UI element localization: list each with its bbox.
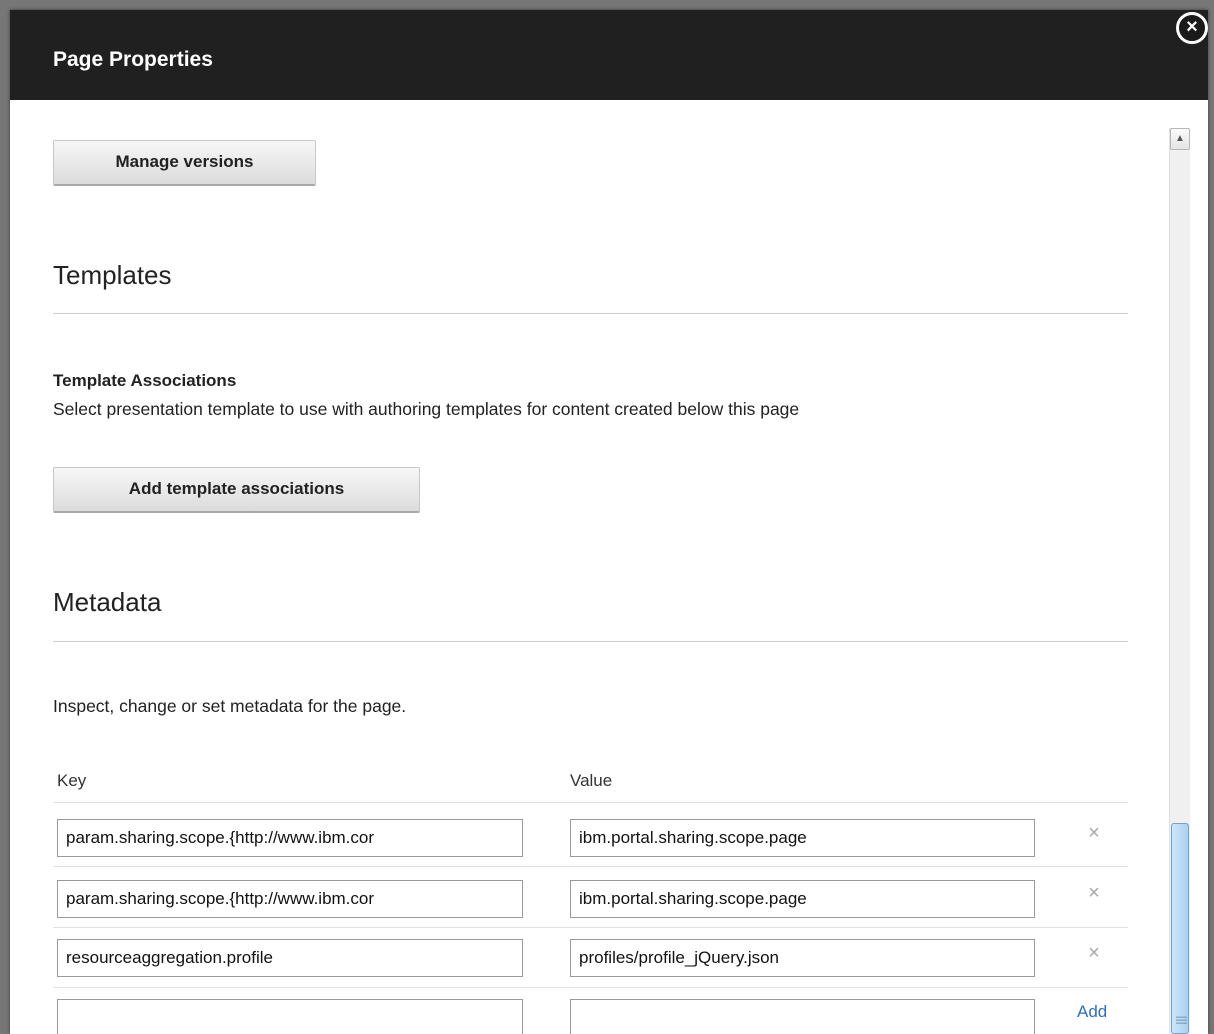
metadata-section-title: Metadata bbox=[53, 587, 162, 617]
add-metadata-link[interactable]: Add bbox=[1077, 1002, 1107, 1022]
new-metadata-value-field[interactable] bbox=[570, 999, 1035, 1034]
add-template-associations-button[interactable]: Add template associations bbox=[53, 467, 420, 513]
content-scrollbar[interactable]: ▲ — — — bbox=[1169, 128, 1190, 1034]
row-divider bbox=[53, 927, 1128, 928]
metadata-value-field[interactable]: ibm.portal.sharing.scope.page bbox=[570, 880, 1035, 918]
value-column-header: Value bbox=[570, 771, 613, 790]
metadata-key-field[interactable]: resourceaggregation.profile bbox=[57, 939, 523, 977]
metadata-value-field[interactable]: profiles/profile_jQuery.json bbox=[570, 939, 1035, 977]
metadata-description: Inspect, change or set metadata for the … bbox=[53, 696, 407, 716]
dialog-title: Page Properties bbox=[53, 48, 213, 71]
grip-icon: — — — bbox=[1176, 1011, 1187, 1029]
table-divider bbox=[53, 802, 1128, 803]
key-column-header: Key bbox=[57, 771, 87, 790]
page-properties-dialog: Page Properties Manage versions Template… bbox=[10, 10, 1208, 1034]
dialog-content: Manage versions Templates Template Assoc… bbox=[10, 100, 1208, 1034]
row-divider bbox=[53, 866, 1128, 867]
metadata-key-field[interactable]: param.sharing.scope.{http://www.ibm.cor bbox=[57, 880, 523, 918]
metadata-value-field[interactable]: ibm.portal.sharing.scope.page bbox=[570, 819, 1035, 857]
scrollbar-thumb[interactable]: — — — bbox=[1171, 823, 1189, 1034]
manage-versions-button[interactable]: Manage versions bbox=[53, 140, 316, 186]
templates-divider bbox=[53, 313, 1128, 314]
remove-icon[interactable]: × bbox=[1082, 821, 1106, 845]
chevron-up-icon[interactable]: ▲ bbox=[1170, 128, 1190, 150]
remove-icon[interactable]: × bbox=[1082, 941, 1106, 965]
template-associations-description: Select presentation template to use with… bbox=[53, 399, 800, 419]
metadata-divider bbox=[53, 641, 1128, 642]
new-metadata-key-field[interactable] bbox=[57, 999, 523, 1034]
templates-section-title: Templates bbox=[53, 260, 172, 290]
close-icon[interactable]: × bbox=[1176, 12, 1208, 44]
row-divider bbox=[53, 987, 1128, 988]
metadata-key-field[interactable]: param.sharing.scope.{http://www.ibm.cor bbox=[57, 819, 523, 857]
template-associations-heading: Template Associations bbox=[53, 371, 237, 390]
remove-icon[interactable]: × bbox=[1082, 881, 1106, 905]
dialog-header: Page Properties bbox=[10, 10, 1208, 100]
